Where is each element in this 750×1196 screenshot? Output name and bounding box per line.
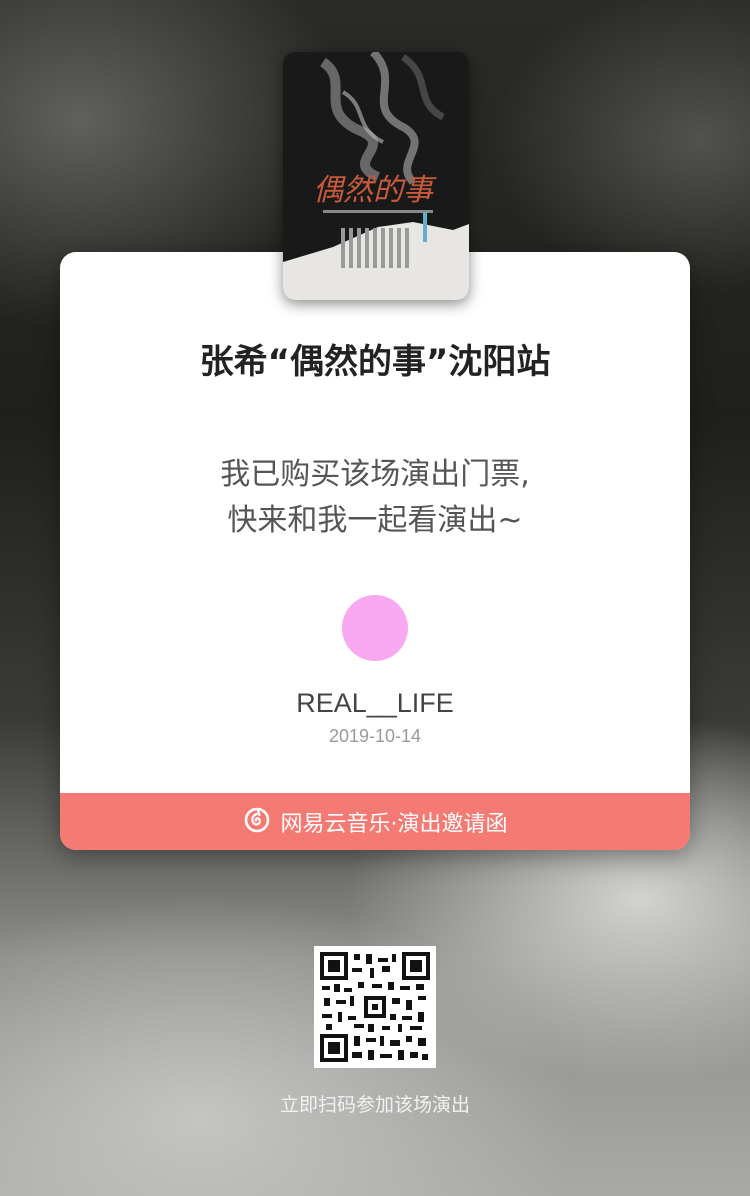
purchase-date: 2019-10-14 xyxy=(328,726,422,746)
avatar[interactable] xyxy=(342,595,408,661)
invitation-card: 张希“偶然的事”沈阳站 我已购买该场演出门票, 快来和我一起看演出~ REAL_… xyxy=(60,252,690,850)
scan-caption: 立即扫码参加该场演出 xyxy=(279,1094,470,1116)
message-line-1: 我已购买该场演出门票, xyxy=(220,457,530,492)
invitation-message: 我已购买该场演出门票, 快来和我一起看演出~ xyxy=(60,452,690,544)
invitation-banner: 网易云音乐·演出邀请函 xyxy=(60,793,690,850)
qr-code[interactable] xyxy=(314,946,436,1068)
poster-art-text: 偶然的事 xyxy=(313,173,437,208)
banner-label: 网易云音乐·演出邀请函 xyxy=(280,811,508,837)
username: REAL__LIFE xyxy=(296,688,454,718)
event-title: 张希“偶然的事”沈阳站 xyxy=(199,342,551,382)
event-poster[interactable]: 偶然的事 xyxy=(283,52,469,300)
netease-music-icon xyxy=(243,806,271,838)
message-line-2: 快来和我一起看演出~ xyxy=(227,503,523,538)
